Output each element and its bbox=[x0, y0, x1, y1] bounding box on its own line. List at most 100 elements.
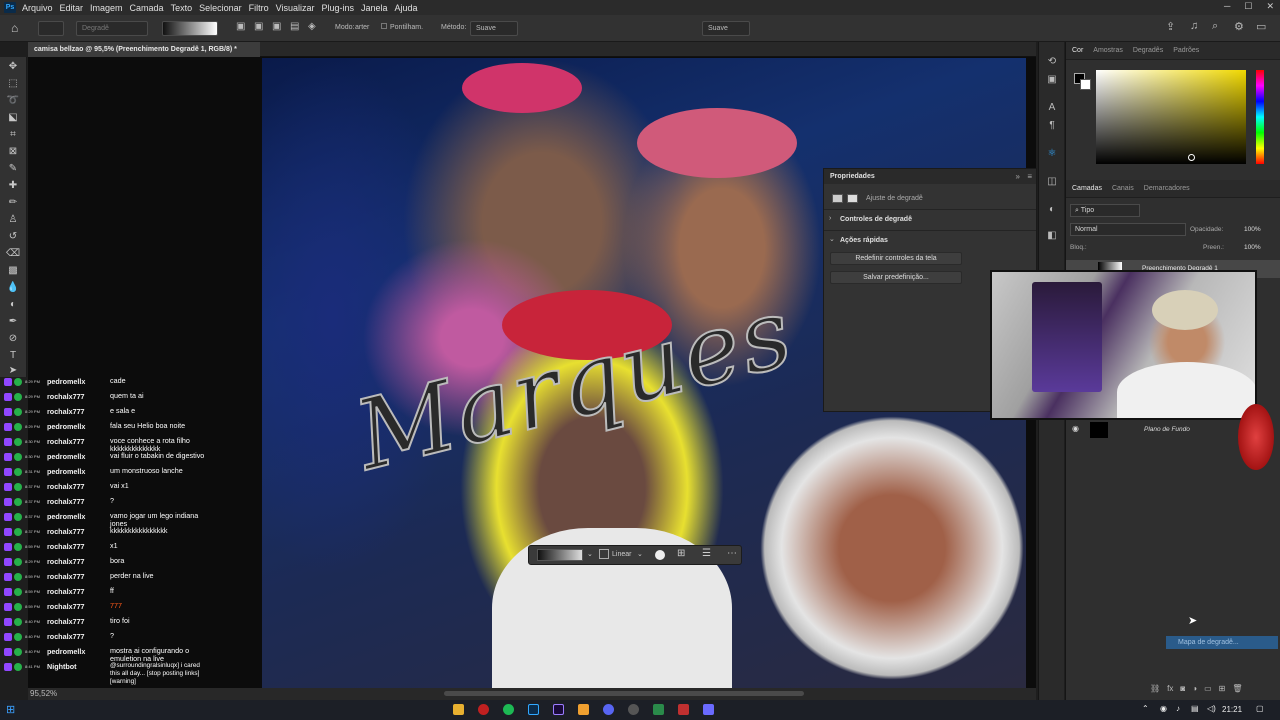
crop-tool-icon[interactable]: ⌗ bbox=[6, 129, 20, 141]
visibility-eye-icon[interactable]: ◉ bbox=[1072, 424, 1079, 433]
obs-icon[interactable] bbox=[628, 704, 639, 715]
mask-icon[interactable] bbox=[847, 194, 858, 203]
radial-gradient-icon[interactable]: ▣ bbox=[254, 21, 263, 32]
new-layer-icon[interactable]: ⊞ bbox=[1219, 684, 1226, 696]
gradient-preset-field[interactable]: Degradê bbox=[76, 21, 148, 36]
tab-padroes[interactable]: Padrões bbox=[1173, 47, 1199, 54]
healing-tool-icon[interactable]: ✚ bbox=[6, 180, 20, 192]
paragraph-icon[interactable]: ¶ bbox=[1046, 120, 1058, 132]
smooth-select[interactable]: Suave bbox=[702, 21, 750, 36]
reset-controls-button[interactable]: Redefinir controles da tela bbox=[830, 252, 962, 265]
adjustment-icon[interactable]: ⚛ bbox=[1046, 148, 1058, 160]
marquee-tool-icon[interactable]: ⬚ bbox=[6, 78, 20, 90]
color-field[interactable] bbox=[1096, 70, 1246, 164]
mask-add-icon[interactable]: ◙ bbox=[1180, 684, 1185, 696]
app-icon[interactable] bbox=[678, 704, 689, 715]
stamp-tool-icon[interactable]: ♙ bbox=[6, 214, 20, 226]
bell-icon[interactable]: ♫ bbox=[1190, 20, 1198, 32]
fx-icon[interactable]: fx bbox=[1167, 684, 1173, 696]
menu-editar[interactable]: Editar bbox=[60, 3, 84, 13]
gradient-map-menu-item[interactable]: Mapa de degradê... bbox=[1166, 636, 1278, 649]
frame-tool-icon[interactable]: ⊠ bbox=[6, 146, 20, 158]
share-icon[interactable]: ⇪ bbox=[1166, 20, 1175, 33]
app-icon[interactable] bbox=[653, 704, 664, 715]
save-preset-button[interactable]: Salvar predefinição... bbox=[830, 271, 962, 284]
angle-gradient-icon[interactable]: ▣ bbox=[272, 21, 281, 32]
background-color-swatch[interactable] bbox=[1080, 79, 1091, 90]
more-icon[interactable]: ⋯ bbox=[727, 548, 737, 559]
menu-texto[interactable]: Texto bbox=[171, 3, 193, 13]
chevron-right-icon[interactable]: › bbox=[829, 215, 831, 222]
trash-icon[interactable]: 🗑 bbox=[1232, 684, 1242, 696]
collapse-icon[interactable]: » bbox=[1016, 172, 1020, 181]
opera-icon[interactable] bbox=[478, 704, 489, 715]
menu-ajuda[interactable]: Ajuda bbox=[395, 3, 418, 13]
comments-icon[interactable]: ▣ bbox=[1046, 74, 1058, 86]
gradient-type-select[interactable]: Linear bbox=[612, 551, 631, 558]
hue-slider[interactable] bbox=[1256, 70, 1264, 164]
group-icon[interactable]: ▭ bbox=[1204, 684, 1212, 696]
move-tool-icon[interactable]: ✥ bbox=[6, 61, 20, 73]
tray-icon[interactable]: ◉ bbox=[1160, 704, 1167, 713]
home-icon[interactable]: ⌂ bbox=[11, 21, 18, 35]
layer-filter-select[interactable]: ⌕ Tipo bbox=[1070, 204, 1140, 217]
minimize-icon[interactable]: ─ bbox=[1224, 1, 1230, 12]
notification-icon[interactable]: ▢ bbox=[1256, 704, 1264, 713]
eraser-tool-icon[interactable]: ⌫ bbox=[6, 248, 20, 260]
tab-camadas[interactable]: Camadas bbox=[1072, 185, 1102, 192]
pen-tool-icon[interactable]: ✒ bbox=[6, 316, 20, 328]
tab-demarcadores[interactable]: Demarcadores bbox=[1144, 185, 1190, 192]
close-icon[interactable]: ✕ bbox=[1266, 1, 1274, 12]
tab-degrades[interactable]: Degradês bbox=[1133, 47, 1163, 54]
object-select-tool-icon[interactable]: ⬕ bbox=[6, 112, 20, 124]
blur-tool-icon[interactable]: 💧 bbox=[6, 282, 20, 294]
workspace-icon[interactable]: ▭ bbox=[1256, 20, 1266, 33]
type-tool-icon[interactable]: T bbox=[6, 350, 20, 362]
maximize-icon[interactable]: ☐ bbox=[1244, 1, 1252, 12]
chrome-icon[interactable] bbox=[578, 704, 589, 715]
tab-cor[interactable]: Cor bbox=[1072, 47, 1083, 54]
section-gradient-controls[interactable]: Controles de degradê bbox=[840, 216, 912, 223]
menu-visualizar[interactable]: Visualizar bbox=[276, 3, 315, 13]
search-icon[interactable]: ⌕ bbox=[1212, 20, 1218, 33]
patterns-icon[interactable]: ◧ bbox=[1046, 230, 1058, 242]
color-stop-icon[interactable] bbox=[655, 550, 665, 560]
menu-selecionar[interactable]: Selecionar bbox=[199, 3, 242, 13]
opacity-field[interactable]: 100% bbox=[1244, 226, 1261, 233]
zoom-level[interactable]: 95,52% bbox=[30, 689, 57, 698]
gradient-swatch[interactable] bbox=[162, 21, 218, 36]
horizontal-scrollbar[interactable] bbox=[444, 691, 804, 696]
method-select[interactable]: Suave bbox=[470, 21, 518, 36]
adjustments-icon[interactable]: ◐ bbox=[1046, 204, 1058, 216]
panel-menu-icon[interactable]: ≡ bbox=[1027, 172, 1032, 181]
document-tab[interactable]: camisa bellzao @ 95,5% (Preenchimento De… bbox=[28, 42, 260, 57]
menu-plugins[interactable]: Plug-ins bbox=[321, 3, 354, 13]
gradient-tool-icon[interactable]: ▩ bbox=[6, 265, 20, 277]
link-icon[interactable]: ⛓ bbox=[1150, 684, 1160, 696]
history-icon[interactable]: ⟲ bbox=[1046, 56, 1058, 68]
fill-field[interactable]: 100% bbox=[1244, 244, 1261, 251]
gear-icon[interactable]: ⚙ bbox=[1234, 20, 1244, 33]
menu-janela[interactable]: Janela bbox=[361, 3, 388, 13]
windows-start-icon[interactable]: ⊞ bbox=[6, 703, 15, 716]
menu-imagem[interactable]: Imagem bbox=[90, 3, 123, 13]
eyedropper-tool-icon[interactable]: ✎ bbox=[6, 163, 20, 175]
photoshop-taskbar-icon[interactable] bbox=[528, 704, 539, 715]
libraries-icon[interactable]: ◫ bbox=[1046, 176, 1058, 188]
tab-canais[interactable]: Canais bbox=[1112, 185, 1134, 192]
reflected-gradient-icon[interactable]: ▤ bbox=[290, 21, 299, 32]
linear-gradient-icon[interactable]: ▣ bbox=[236, 21, 245, 32]
adjustment-add-icon[interactable]: ◑ bbox=[1192, 684, 1197, 696]
character-icon[interactable]: A bbox=[1046, 102, 1058, 114]
menu-arquivo[interactable]: Arquivo bbox=[22, 3, 53, 13]
network-icon[interactable]: ▤ bbox=[1191, 704, 1199, 713]
history-brush-tool-icon[interactable]: ↺ bbox=[6, 231, 20, 243]
chevron-down-icon[interactable]: ⌄ bbox=[587, 550, 593, 558]
menu-camada[interactable]: Camada bbox=[130, 3, 164, 13]
tray-chevron-icon[interactable]: ⌃ bbox=[1142, 704, 1149, 713]
chevron-down-icon[interactable]: ⌄ bbox=[637, 550, 643, 558]
reverse-icon[interactable]: ⊞ bbox=[677, 548, 685, 559]
pen-anchor-tool-icon[interactable]: ⊘ bbox=[6, 333, 20, 345]
discord-icon[interactable] bbox=[603, 704, 614, 715]
dodge-tool-icon[interactable]: ◐ bbox=[6, 299, 20, 311]
